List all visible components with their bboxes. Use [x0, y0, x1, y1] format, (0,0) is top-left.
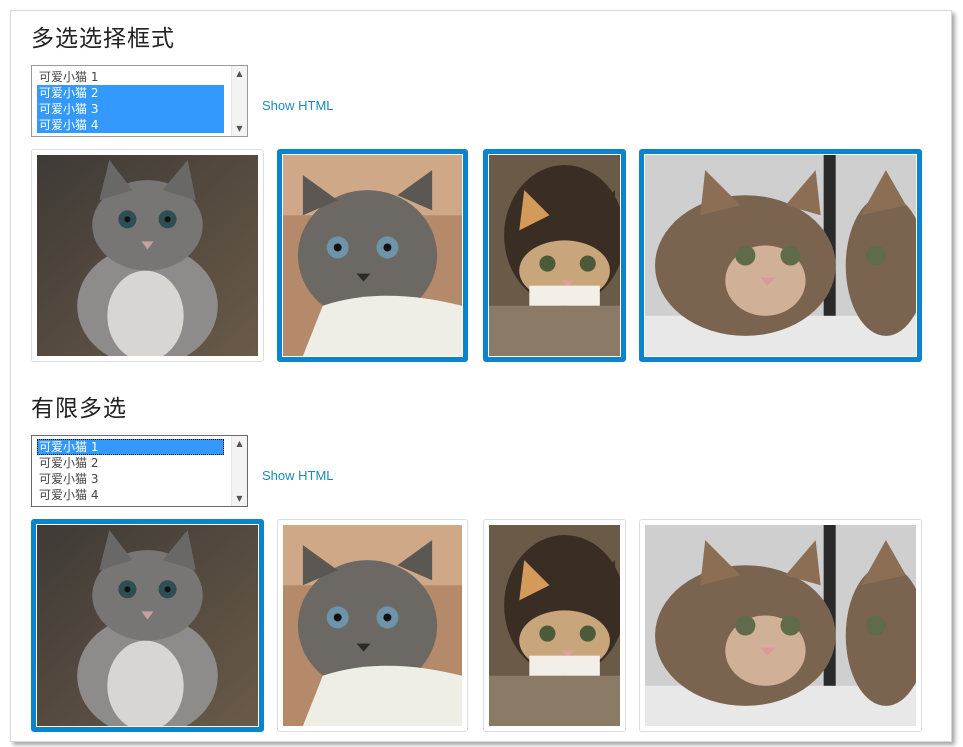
gray-kitten-image: [37, 525, 258, 726]
kitten-thumbnail-4[interactable]: [639, 519, 922, 732]
kitten-limited-select-list[interactable]: 可爱小猫 1 可爱小猫 2 可爱小猫 3 可爱小猫 4 ▲ ▼: [31, 435, 248, 507]
scroll-down-arrow-icon[interactable]: ▼: [232, 491, 247, 506]
kitten-thumbnail-3[interactable]: [483, 519, 626, 732]
scroll-up-arrow-icon[interactable]: ▲: [232, 66, 247, 81]
tabby-kitten-mirror-image: [645, 525, 916, 726]
kitten-thumbnail-3[interactable]: [483, 149, 626, 362]
page-panel: 多选选择框式 可爱小猫 1 可爱小猫 2 可爱小猫 3 可爱小猫 4 ▲ ▼ S…: [10, 10, 952, 742]
fluffy-kitten-image: [283, 525, 462, 726]
list-option[interactable]: 可爱小猫 2: [37, 85, 224, 101]
gray-kitten-image: [37, 155, 258, 356]
kitten-thumbnail-1[interactable]: [31, 149, 264, 362]
list-option[interactable]: 可爱小猫 4: [37, 487, 224, 503]
list-option[interactable]: 可爱小猫 1: [37, 69, 224, 85]
list-option[interactable]: 可爱小猫 3: [37, 471, 224, 487]
kitten-thumbnail-1[interactable]: [31, 519, 264, 732]
fluffy-kitten-image: [283, 155, 462, 356]
scroll-up-arrow-icon[interactable]: ▲: [232, 436, 247, 451]
list-option[interactable]: 可爱小猫 3: [37, 101, 224, 117]
calico-kitten-image: [489, 525, 620, 726]
section-title-limited: 有限多选: [31, 396, 127, 422]
kitten-thumbnail-2[interactable]: [277, 519, 468, 732]
section-title-multiselect: 多选选择框式: [31, 26, 175, 52]
scroll-down-arrow-icon[interactable]: ▼: [232, 121, 247, 136]
list-option[interactable]: 可爱小猫 4: [37, 117, 224, 133]
list-scrollbar[interactable]: ▲ ▼: [231, 436, 247, 506]
show-html-link[interactable]: Show HTML: [262, 468, 334, 483]
list-option[interactable]: 可爱小猫 1: [37, 439, 224, 455]
kitten-thumbnail-4[interactable]: [639, 149, 922, 362]
show-html-link[interactable]: Show HTML: [262, 98, 334, 113]
tabby-kitten-mirror-image: [645, 155, 916, 356]
list-option[interactable]: 可爱小猫 2: [37, 455, 224, 471]
kitten-thumbnail-2[interactable]: [277, 149, 468, 362]
kitten-multiselect-list[interactable]: 可爱小猫 1 可爱小猫 2 可爱小猫 3 可爱小猫 4 ▲ ▼: [31, 65, 248, 137]
list-scrollbar[interactable]: ▲ ▼: [231, 66, 247, 136]
calico-kitten-image: [489, 155, 620, 356]
